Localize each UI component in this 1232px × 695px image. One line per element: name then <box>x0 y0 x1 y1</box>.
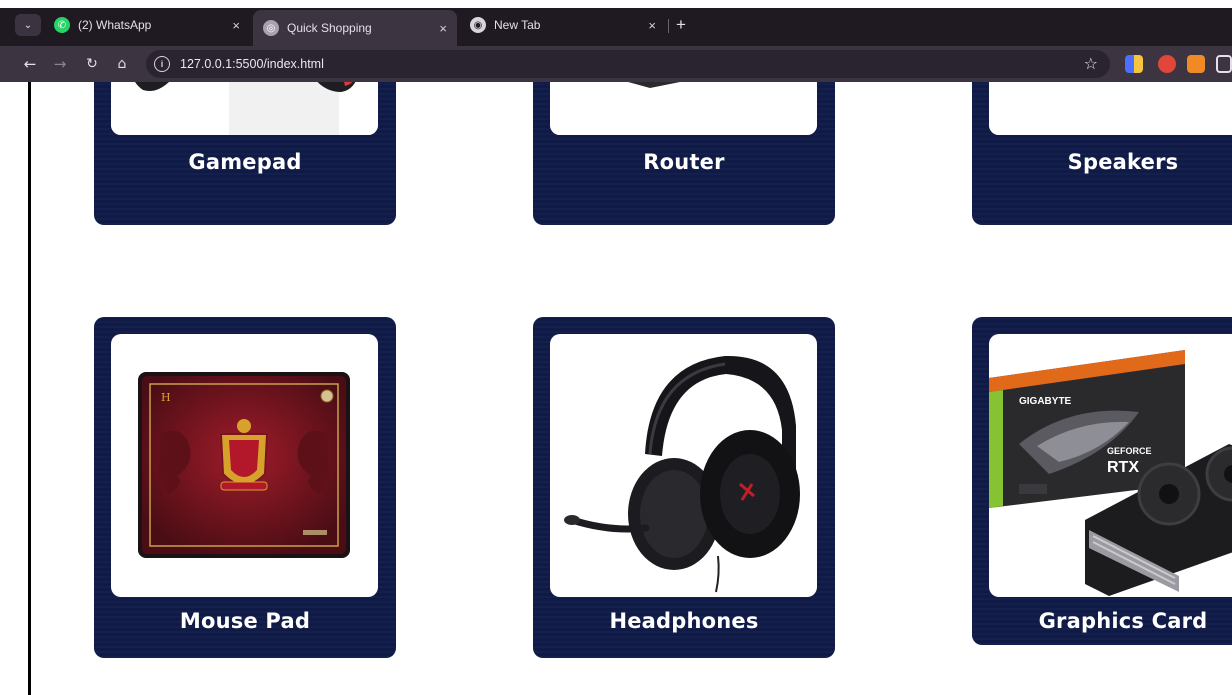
new-tab-button[interactable]: + <box>676 15 686 35</box>
extension-badge-icon[interactable] <box>1158 55 1176 73</box>
tab-whatsapp[interactable]: ✆ (2) WhatsApp × <box>44 10 250 40</box>
site-info-icon[interactable]: i <box>154 56 170 72</box>
home-icon[interactable]: ⌂ <box>112 54 132 74</box>
router-image <box>550 82 817 135</box>
tab-new-tab[interactable]: ◉ New Tab × <box>460 10 666 40</box>
globe-icon: ◎ <box>263 20 279 36</box>
product-image <box>550 334 817 597</box>
product-image <box>550 82 817 135</box>
headphones-image <box>564 355 800 593</box>
window-top-edge <box>0 0 1232 8</box>
product-name: Mouse Pad <box>179 609 311 633</box>
browser-toolbar: ← → ↻ ⌂ i 127.0.0.1:5500/index.html ☆ <box>0 46 1232 82</box>
whatsapp-icon: ✆ <box>54 17 70 33</box>
svg-text:H: H <box>161 391 171 404</box>
close-tab-icon[interactable]: × <box>232 18 240 33</box>
product-card-graphics-card[interactable]: GIGABYTE GEFORCE RTX Graphics Card <box>972 317 1232 645</box>
close-tab-icon[interactable]: × <box>648 18 656 33</box>
reload-icon[interactable]: ↻ <box>82 54 102 74</box>
bookmark-star-icon[interactable]: ☆ <box>1084 54 1098 73</box>
product-name: Speakers <box>1067 150 1179 174</box>
tab-title: (2) WhatsApp <box>78 18 152 32</box>
wifi-extension-icon[interactable] <box>1187 55 1205 73</box>
svg-text:RTX: RTX <box>1107 459 1139 476</box>
product-name: Graphics Card <box>1038 609 1208 633</box>
extension-icon[interactable] <box>1125 55 1143 73</box>
url-text[interactable]: 127.0.0.1:5500/index.html <box>180 57 324 71</box>
gamepad-image <box>111 82 378 135</box>
chrome-icon: ◉ <box>470 17 486 33</box>
product-name: Router <box>643 150 725 174</box>
svg-text:GEFORCE: GEFORCE <box>1107 446 1152 456</box>
product-card-headphones[interactable]: Headphones <box>533 317 835 658</box>
product-name: Gamepad <box>188 150 302 174</box>
product-image: H <box>111 334 378 597</box>
product-image <box>989 82 1232 135</box>
product-card-gamepad[interactable]: Gamepad <box>94 82 396 225</box>
close-tab-icon[interactable]: × <box>439 21 447 36</box>
product-name: Headphones <box>609 609 759 633</box>
graphics-card-image: GIGABYTE GEFORCE RTX <box>989 350 1232 596</box>
tab-title: Quick Shopping <box>287 21 372 35</box>
mouse-pad-image: H <box>138 372 350 558</box>
product-card-router[interactable]: Router <box>533 82 835 225</box>
page-left-border <box>28 82 31 695</box>
product-image: GIGABYTE GEFORCE RTX <box>989 334 1232 597</box>
product-image <box>111 82 378 135</box>
back-arrow-icon[interactable]: ← <box>20 54 40 74</box>
extensions-puzzle-icon[interactable] <box>1216 55 1232 73</box>
tab-title: New Tab <box>494 18 541 32</box>
address-bar[interactable]: i 127.0.0.1:5500/index.html ☆ <box>146 50 1110 78</box>
svg-text:GIGABYTE: GIGABYTE <box>1019 396 1072 407</box>
product-card-speakers[interactable]: Speakers <box>972 82 1232 225</box>
tab-separator <box>668 19 669 33</box>
speakers-image <box>989 82 1232 135</box>
forward-arrow-icon[interactable]: → <box>50 54 70 74</box>
browser-tab-strip: ⌄ ✆ (2) WhatsApp × ◎ Quick Shopping × ◉ … <box>0 0 1232 46</box>
page-viewport: Gamepad Router Speakers H Mouse Pad Head… <box>0 82 1232 695</box>
tab-search-chevron-icon[interactable]: ⌄ <box>15 14 41 36</box>
tab-quick-shopping[interactable]: ◎ Quick Shopping × <box>253 10 457 46</box>
product-card-mouse-pad[interactable]: H Mouse Pad <box>94 317 396 658</box>
